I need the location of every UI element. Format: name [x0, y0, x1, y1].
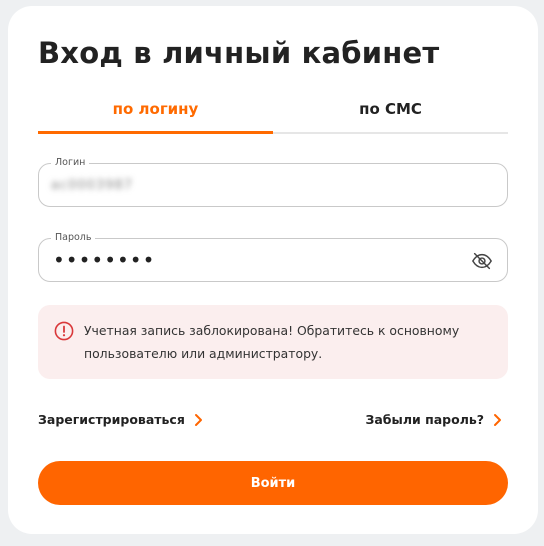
login-submit-button[interactable]: Войти [38, 461, 508, 505]
login-method-tabs: по логину по СМС [38, 94, 508, 134]
alert-message: Учетная запись заблокирована! Обратитесь… [84, 323, 460, 361]
chevron-right-icon [194, 413, 202, 426]
password-input-value[interactable]: •••••••• [53, 249, 155, 271]
login-field-label: Логин [51, 156, 90, 170]
register-link-label: Зарегистрироваться [38, 412, 185, 427]
page-title: Вход в личный кабинет [38, 36, 440, 70]
tab-login[interactable]: по логину [38, 94, 273, 134]
password-field-label: Пароль [51, 231, 96, 245]
alert-circle-icon [54, 321, 74, 341]
login-card: Вход в личный кабинет по логину по СМС Л… [8, 6, 538, 534]
password-field[interactable]: Пароль •••••••• [38, 231, 508, 282]
login-input-value[interactable]: ac0003987 [51, 178, 133, 193]
forgot-password-link[interactable]: Забыли пароль? [365, 412, 502, 427]
eye-off-icon[interactable] [471, 250, 493, 272]
login-field[interactable]: Логин ac0003987 [38, 156, 508, 207]
account-blocked-alert: Учетная запись заблокирована! Обратитесь… [38, 305, 508, 379]
register-link[interactable]: Зарегистрироваться [38, 412, 203, 427]
chevron-right-icon [494, 413, 501, 426]
tab-sms[interactable]: по СМС [273, 94, 508, 134]
forgot-password-label: Забыли пароль? [365, 412, 484, 427]
